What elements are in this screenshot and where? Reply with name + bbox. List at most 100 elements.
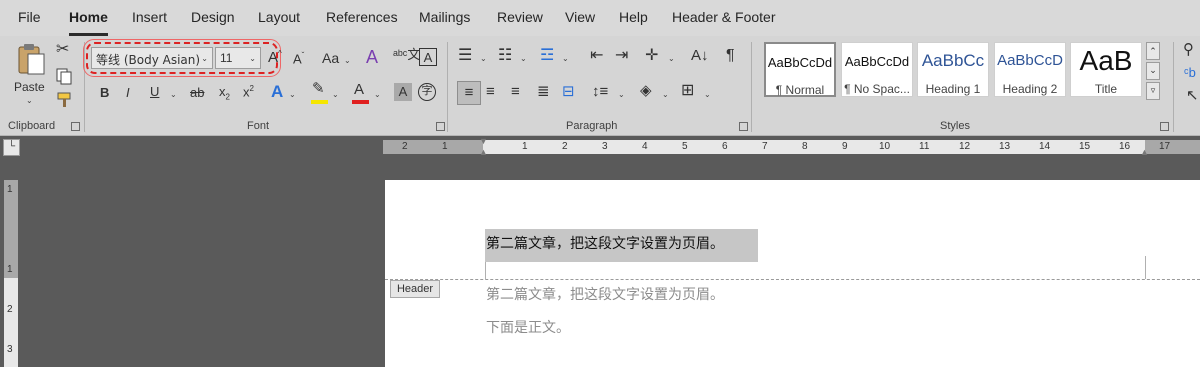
font-color-bar [352,100,369,104]
document-page[interactable]: 第二篇文章，把这段文字设置为页眉。 第二篇文章，把这段文字设置为页眉。 下面是正… [385,180,1200,367]
line-spacing-icon[interactable]: ↕≡ [592,84,608,99]
align-left-icon[interactable]: ≡ [457,81,481,105]
tab-header-footer[interactable]: Header & Footer [672,9,776,25]
header-divider [385,279,1200,280]
style-heading-1[interactable]: AaBbCc Heading 1 [917,42,989,97]
ruler-label: 4 [642,141,648,152]
styles-scroll-up-icon[interactable]: ⌃ [1146,42,1160,60]
replace-icon[interactable]: ᶜb [1184,66,1196,79]
font-color-dropdown-icon[interactable]: ⌄ [374,90,381,99]
bullets-dropdown-icon[interactable]: ⌄ [480,54,487,63]
tab-design[interactable]: Design [191,9,235,25]
tab-insert[interactable]: Insert [132,9,167,25]
horizontal-ruler[interactable]: 2 1 1 2 3 4 5 6 7 8 9 10 11 12 13 14 15 … [383,137,1200,157]
font-color-icon[interactable]: A [354,82,364,97]
text-effects-dropdown-icon[interactable]: ⌄ [289,90,296,99]
paste-button[interactable]: Paste ⌄ [10,40,52,105]
shading-dropdown-icon[interactable]: ⌄ [662,90,669,99]
italic-button[interactable]: I [126,86,130,99]
clear-formatting-icon[interactable]: A [366,48,378,66]
shading-icon[interactable]: ◈ [640,83,652,98]
ruler-label: 14 [1039,141,1051,152]
sort-icon[interactable]: A↓ [691,48,709,63]
style-sample: AaB [1079,45,1133,76]
right-indent-marker-icon[interactable]: ▲ [1140,148,1149,157]
style-normal[interactable]: AaBbCcDd ¶ Normal [764,42,836,97]
body-line[interactable]: 第二篇文章，把这段文字设置为页眉。 [486,284,724,304]
tab-home[interactable]: Home [69,9,108,36]
grow-font-icon[interactable]: A^ [268,50,282,66]
select-icon[interactable]: ↖ [1186,88,1199,103]
show-formatting-marks-icon[interactable]: ¶ [726,48,735,64]
underline-button[interactable]: U [150,85,159,98]
tab-mailings[interactable]: Mailings [419,9,470,25]
numbering-icon[interactable]: ☷ [498,48,512,64]
tab-view[interactable]: View [565,9,595,25]
style-name: ¶ No Spac... [844,82,910,96]
hanging-indent-marker-icon[interactable]: ▲ [479,148,488,157]
decrease-indent-icon[interactable]: ⇤ [590,48,603,64]
line-spacing-dropdown-icon[interactable]: ⌄ [618,90,625,99]
superscript-button[interactable]: x2 [243,85,254,99]
tab-file[interactable]: File [18,9,41,25]
styles-scroll-down-icon[interactable]: ⌄ [1146,62,1160,80]
tab-review[interactable]: Review [497,9,543,25]
find-icon[interactable]: ⚲ [1183,42,1194,57]
change-case-dropdown-icon[interactable]: ⌄ [344,56,351,65]
distributed-icon[interactable]: ⊟ [562,84,575,99]
change-case-icon[interactable]: Aa [322,51,339,65]
justify-icon[interactable]: ≣ [537,84,550,99]
phonetic-guide-icon[interactable]: ᵃᵇᶜ文 [393,48,420,61]
ruler-label: 10 [879,141,891,152]
ribbon: Paste ⌄ ✂ Clipboard 等线 (Body Asian) ⌄ 11… [0,36,1200,136]
character-shading-icon[interactable]: A [394,83,412,101]
style-no-spacing[interactable]: AaBbCcDd ¶ No Spac... [841,42,913,97]
multilevel-list-icon[interactable]: ☲ [540,48,554,64]
bullets-icon[interactable]: ☰ [458,48,472,64]
style-sample: AaBbCcD [997,52,1063,69]
tab-references[interactable]: References [326,9,398,25]
enclose-characters-icon[interactable]: 字 [418,83,436,101]
tab-selector-icon[interactable]: └ [3,139,20,156]
asian-layout-dropdown-icon[interactable]: ⌄ [668,54,675,63]
copy-icon[interactable] [55,67,73,85]
strikethrough-button[interactable]: ab [190,86,204,99]
shrink-font-icon[interactable]: Aˇ [293,52,304,66]
first-line-indent-marker-icon[interactable]: ▼ [479,137,488,146]
styles-more-icon[interactable]: ▿ [1146,82,1160,100]
paste-dropdown-icon: ⌄ [26,96,33,105]
style-title[interactable]: AaB Title [1070,42,1142,97]
align-right-icon[interactable]: ≡ [511,84,520,99]
paragraph-launcher-icon[interactable] [739,122,748,131]
asian-layout-icon[interactable]: ✛ [645,48,658,64]
cut-icon[interactable]: ✂ [56,42,69,58]
align-center-icon[interactable]: ≡ [486,84,495,99]
text-effects-icon[interactable]: A [271,83,283,100]
header-tag[interactable]: Header [390,280,440,298]
styles-launcher-icon[interactable] [1160,122,1169,131]
paste-label: Paste [14,80,45,94]
character-border-icon[interactable]: A [419,48,437,66]
numbering-dropdown-icon[interactable]: ⌄ [520,54,527,63]
format-painter-icon[interactable] [56,91,74,109]
multilevel-list-dropdown-icon[interactable]: ⌄ [562,54,569,63]
header-text[interactable]: 第二篇文章，把这段文字设置为页眉。 [486,233,724,253]
highlight-dropdown-icon[interactable]: ⌄ [332,90,339,99]
ruler-bar: └ 2 1 1 2 3 4 5 6 7 8 9 10 11 12 13 14 1… [0,136,1200,158]
style-heading-2[interactable]: AaBbCcD Heading 2 [994,42,1066,97]
style-name: Heading 2 [1002,82,1058,96]
tab-help[interactable]: Help [619,9,648,25]
tab-layout[interactable]: Layout [258,9,300,25]
subscript-button[interactable]: x2 [219,85,230,102]
font-launcher-icon[interactable] [436,122,445,131]
body-line[interactable]: 下面是正文。 [486,317,570,337]
borders-dropdown-icon[interactable]: ⌄ [704,90,711,99]
underline-dropdown-icon[interactable]: ⌄ [170,90,177,99]
clipboard-launcher-icon[interactable] [71,122,80,131]
highlight-color-icon[interactable]: ✎ [312,81,325,96]
borders-icon[interactable]: ⊞ [681,83,694,99]
clipboard-group-label: Clipboard [8,120,56,132]
increase-indent-icon[interactable]: ⇥ [615,48,628,64]
bold-button[interactable]: B [100,86,109,99]
vertical-ruler[interactable]: 1 1 2 3 [4,180,18,367]
